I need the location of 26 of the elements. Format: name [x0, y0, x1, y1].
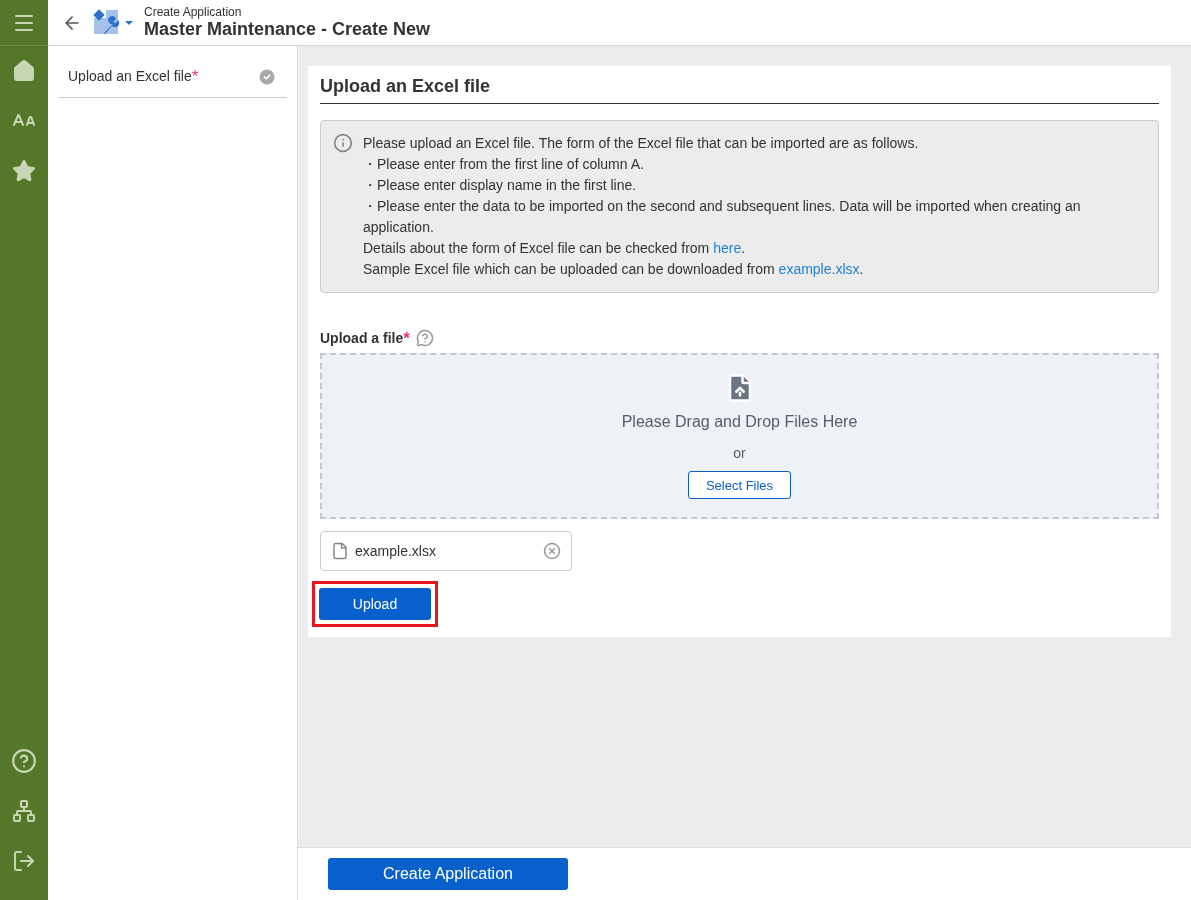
required-mark: *: [191, 67, 199, 86]
info-text: ・Please enter from the first line of column A.: [363, 155, 645, 174]
remove-icon[interactable]: [543, 542, 561, 560]
create-application-button[interactable]: Create Application: [328, 858, 568, 890]
info-icon: [333, 133, 353, 153]
upload-button[interactable]: Upload: [319, 588, 431, 620]
breadcrumb: Create Application: [144, 5, 243, 19]
info-text: Sample Excel file which can be uploaded can be downloaded from example.xlsx.: [363, 260, 865, 279]
required-mark: *: [403, 328, 410, 348]
select-files-button[interactable]: Select Files: [687, 471, 792, 499]
info-text: Please upload an Excel file. The form of the Excel file that can be imported are as follows.: [363, 134, 920, 153]
file-icon: [331, 542, 349, 560]
link[interactable]: example.xlsx: [778, 261, 860, 277]
info-text: Details about the form of Excel file can be checked from here.: [363, 239, 747, 258]
field-label: Upload a file*: [320, 329, 410, 347]
drop-text: Please Drag and Drop Files Here: [621, 413, 858, 431]
info-text: ・Please enter the data to be imported on the second and subsequent lines. Data will be imported when creating an application.: [363, 197, 1082, 237]
or-text: or: [733, 445, 746, 461]
info-text: ・Please enter display name in the first line.: [363, 176, 638, 195]
link[interactable]: here: [713, 240, 742, 256]
file-name: example.xlsx: [355, 543, 437, 559]
page-title: Master Maintenance - Create New: [144, 19, 431, 40]
drop-zone[interactable]: Please Drag and Drop Files Here or Select Files: [320, 353, 1159, 519]
help-icon[interactable]: [415, 329, 434, 347]
section-title: Upload an Excel file: [320, 76, 1159, 104]
step-item[interactable]: Upload an Excel file*: [58, 56, 287, 98]
